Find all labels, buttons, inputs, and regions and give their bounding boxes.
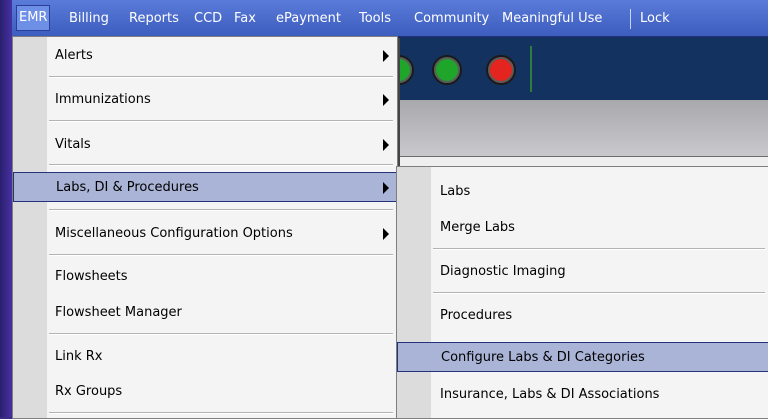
- menu-fax[interactable]: Fax: [232, 6, 258, 32]
- submenu-item-procedures[interactable]: Procedures: [397, 301, 768, 331]
- menu-item-label: Configure Labs & DI Categories: [441, 350, 645, 365]
- menu-item-vitals[interactable]: Vitals: [13, 130, 397, 160]
- menu-item-label: Insurance, Labs & DI Associations: [440, 387, 660, 402]
- submenu-arrow-icon: [383, 50, 389, 62]
- emr-dropdown-menu: Alerts Immunizations Vitals Labs, DI & P…: [12, 36, 398, 419]
- menu-item-flowsheets[interactable]: Flowsheets: [13, 262, 397, 292]
- menu-item-label: Procedures: [440, 308, 513, 323]
- menu-item-label: Miscellaneous Configuration Options: [55, 226, 293, 241]
- menu-item-label: Vitals: [55, 137, 91, 152]
- menu-item-label: Flowsheets: [55, 269, 128, 284]
- menu-lock[interactable]: Lock: [638, 6, 672, 32]
- menu-divider: [49, 209, 393, 211]
- menu-emr[interactable]: EMR: [16, 5, 51, 31]
- menu-item-label: Merge Labs: [440, 220, 515, 235]
- menu-ccd[interactable]: CCD: [192, 6, 224, 32]
- menu-divider: [49, 164, 393, 166]
- menu-divider: [49, 120, 393, 122]
- menu-item-link-rx[interactable]: Link Rx: [13, 342, 397, 372]
- submenu-item-labs[interactable]: Labs: [397, 177, 768, 207]
- menu-divider: [49, 333, 393, 335]
- menu-tools[interactable]: Tools: [357, 6, 393, 32]
- menu-meaningful-use[interactable]: Meaningful Use: [500, 6, 604, 32]
- menu-item-alerts[interactable]: Alerts: [13, 41, 397, 71]
- menu-item-label: Rx Groups: [55, 384, 123, 399]
- menu-community[interactable]: Community: [412, 6, 491, 32]
- red-status-light-icon[interactable]: [486, 55, 516, 85]
- submenu-arrow-icon: [383, 228, 389, 240]
- menu-bar: EMR Billing Reports CCD Fax ePayment Too…: [12, 0, 768, 37]
- submenu-arrow-icon: [383, 94, 389, 106]
- submenu-item-merge-labs[interactable]: Merge Labs: [397, 213, 768, 243]
- submenu-arrow-icon: [383, 139, 389, 151]
- menu-item-label: Alerts: [55, 48, 93, 63]
- labs-submenu: Labs Merge Labs Diagnostic Imaging Proce…: [396, 166, 768, 419]
- submenu-item-insurance-labs-di-associations[interactable]: Insurance, Labs & DI Associations: [397, 380, 768, 410]
- menu-separator: [630, 9, 631, 29]
- menu-item-rx-groups[interactable]: Rx Groups: [13, 377, 397, 407]
- menu-reports[interactable]: Reports: [127, 6, 181, 32]
- submenu-arrow-icon: [383, 182, 389, 194]
- menu-item-labs-di-procedures[interactable]: Labs, DI & Procedures: [13, 172, 398, 202]
- menu-divider: [433, 248, 765, 250]
- menu-divider: [49, 412, 393, 414]
- menu-item-misc-config[interactable]: Miscellaneous Configuration Options: [13, 219, 397, 249]
- menu-divider: [433, 292, 765, 294]
- green-status-light-icon[interactable]: [432, 55, 462, 85]
- submenu-item-configure-labs-di-categories[interactable]: Configure Labs & DI Categories: [397, 342, 768, 372]
- toolbar-separator: [530, 46, 532, 92]
- submenu-item-diagnostic-imaging[interactable]: Diagnostic Imaging: [397, 257, 768, 287]
- menu-divider: [49, 254, 393, 256]
- menu-item-label: Flowsheet Manager: [55, 305, 182, 320]
- menu-epayment[interactable]: ePayment: [274, 6, 343, 32]
- menu-item-label: Immunizations: [55, 92, 151, 107]
- menu-item-label: Link Rx: [55, 349, 103, 364]
- header-band: [395, 100, 768, 157]
- menu-item-label: Labs, DI & Procedures: [56, 180, 199, 195]
- menu-billing[interactable]: Billing: [67, 6, 111, 32]
- menu-item-label: Labs: [440, 184, 471, 199]
- menu-item-immunizations[interactable]: Immunizations: [13, 85, 397, 115]
- menu-divider: [49, 76, 393, 78]
- menu-item-label: Diagnostic Imaging: [440, 264, 566, 279]
- menu-item-flowsheet-manager[interactable]: Flowsheet Manager: [13, 298, 397, 328]
